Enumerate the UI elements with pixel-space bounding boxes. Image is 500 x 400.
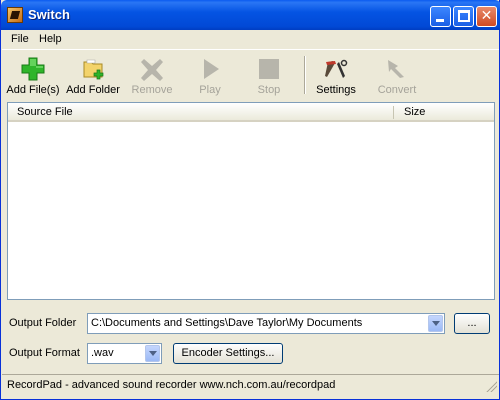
app-window: Switch ✕ File Help Add File(s) Add Folde… xyxy=(0,0,500,400)
minimize-icon xyxy=(436,19,444,22)
window-title: Switch xyxy=(28,7,70,22)
output-format-label: Output Format xyxy=(9,347,80,359)
play-button[interactable]: Play xyxy=(188,54,232,98)
status-bar: RecordPad - advanced sound recorder www.… xyxy=(2,374,499,394)
menu-help[interactable]: Help xyxy=(39,33,62,45)
stop-label: Stop xyxy=(257,84,281,96)
add-folder-button[interactable]: Add Folder xyxy=(64,54,122,98)
play-icon xyxy=(204,59,219,79)
browse-button[interactable]: ... xyxy=(454,313,490,334)
stop-button[interactable]: Stop xyxy=(247,54,291,98)
add-folder-label: Add Folder xyxy=(66,84,120,96)
output-format-value: .wav xyxy=(91,347,114,359)
toolbar-separator xyxy=(304,56,306,94)
toolbar: Add File(s) Add Folder Remove Play Stop … xyxy=(2,49,499,98)
settings-icon xyxy=(325,59,348,78)
switch-app-icon[interactable] xyxy=(7,7,23,23)
menu-bar: File Help xyxy=(2,30,499,49)
file-list[interactable]: Source File Size xyxy=(7,102,495,300)
convert-icon xyxy=(388,60,404,78)
remove-button[interactable]: Remove xyxy=(127,54,177,98)
convert-label: Convert xyxy=(377,84,417,96)
stop-icon xyxy=(259,59,279,79)
add-files-button[interactable]: Add File(s) xyxy=(6,54,60,98)
title-bar[interactable]: Switch ✕ xyxy=(1,0,500,30)
output-folder-value: C:\Documents and Settings\Dave Taylor\My… xyxy=(91,317,363,329)
status-text: RecordPad - advanced sound recorder www.… xyxy=(7,379,336,391)
settings-label: Settings xyxy=(316,84,356,96)
column-divider[interactable] xyxy=(393,106,394,119)
maximize-button[interactable] xyxy=(453,6,474,27)
file-list-header: Source File Size xyxy=(8,103,494,122)
close-icon: ✕ xyxy=(480,8,493,24)
add-files-icon xyxy=(21,57,45,81)
remove-label: Remove xyxy=(131,84,173,96)
settings-button[interactable]: Settings xyxy=(312,54,360,98)
encoder-settings-button[interactable]: Encoder Settings... xyxy=(173,343,283,364)
play-label: Play xyxy=(199,84,221,96)
convert-button[interactable]: Convert xyxy=(372,54,422,98)
maximize-icon xyxy=(458,10,470,22)
resize-grip-icon[interactable] xyxy=(485,380,497,392)
output-format-select[interactable]: .wav xyxy=(87,343,162,364)
menu-file[interactable]: File xyxy=(11,33,29,45)
column-size[interactable]: Size xyxy=(404,106,425,118)
column-source-file[interactable]: Source File xyxy=(17,106,73,118)
chevron-down-icon[interactable] xyxy=(428,315,443,332)
remove-icon xyxy=(141,59,163,81)
chevron-down-icon[interactable] xyxy=(145,345,160,362)
close-button[interactable]: ✕ xyxy=(476,6,497,27)
minimize-button[interactable] xyxy=(430,6,451,27)
output-folder-combo[interactable]: C:\Documents and Settings\Dave Taylor\My… xyxy=(87,313,445,334)
output-folder-label: Output Folder xyxy=(9,317,77,329)
add-folder-icon xyxy=(83,59,104,80)
add-files-label: Add File(s) xyxy=(6,84,60,96)
